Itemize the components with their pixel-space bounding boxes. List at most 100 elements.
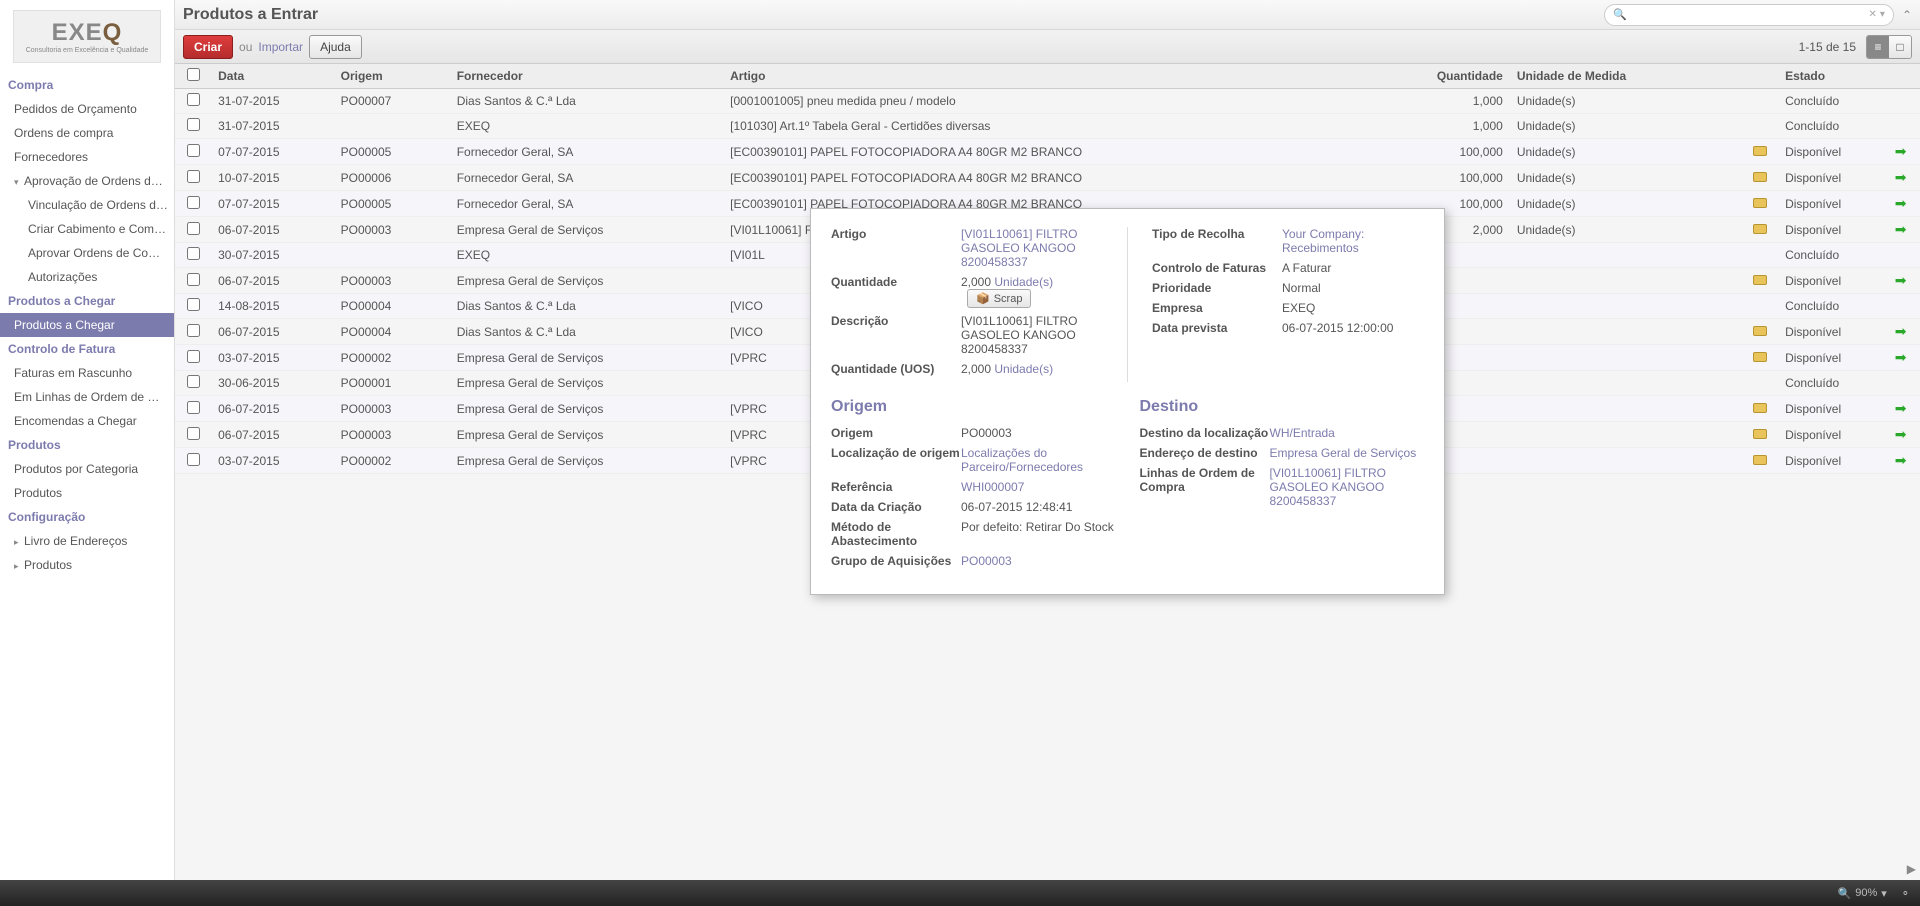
row-checkbox[interactable] (187, 453, 200, 466)
arrow-right-icon[interactable]: ➡ (1895, 221, 1907, 237)
arrow-right-icon[interactable]: ➡ (1895, 323, 1907, 339)
search-box[interactable]: 🔍 ✕ ▾ (1604, 4, 1894, 26)
nav-aprovar[interactable]: Aprovar Ordens de Compra (0, 241, 174, 265)
unit-link[interactable]: Unidade(s) (994, 275, 1053, 289)
row-checkbox[interactable] (187, 298, 200, 311)
nav-ordens[interactable]: Ordens de compra (0, 121, 174, 145)
nav-encomendas[interactable]: Encomendas a Chegar (0, 409, 174, 433)
nav-section-produtos: Produtos (0, 433, 174, 457)
table-row[interactable]: 10-07-2015PO00006Fornecedor Geral, SA[EC… (175, 165, 1920, 191)
arrow-right-icon[interactable]: ➡ (1895, 169, 1907, 185)
nav-linhas-ordem[interactable]: Em Linhas de Ordem de Co... (0, 385, 174, 409)
loc-origem-link[interactable]: Localizações do Parceiro/Fornecedores (961, 446, 1083, 474)
sidebar: EXEQ Consultoria em Excelência e Qualida… (0, 0, 175, 880)
unit-link-uos[interactable]: Unidade(s) (994, 362, 1053, 376)
package-icon (1753, 352, 1767, 362)
row-checkbox[interactable] (187, 350, 200, 363)
th-supplier[interactable]: Fornecedor (450, 64, 723, 89)
package-icon (1753, 146, 1767, 156)
scrap-button[interactable]: 📦Scrap (967, 289, 1031, 308)
th-article[interactable]: Artigo (723, 64, 1355, 89)
arrow-right-icon[interactable]: ➡ (1895, 426, 1907, 442)
val-tipo[interactable]: Your Company: Recebimentos (1282, 227, 1364, 255)
table-header-row: Data Origem Fornecedor Artigo Quantidade… (175, 64, 1920, 89)
row-checkbox[interactable] (187, 170, 200, 183)
view-form-button[interactable]: □ (1889, 36, 1911, 58)
row-checkbox[interactable] (187, 427, 200, 440)
package-icon (1753, 198, 1767, 208)
nav-autorizacoes[interactable]: Autorizações (0, 265, 174, 289)
detail-popup: Artigo[VI01L10061] FILTRO GASOLEO KANGOO… (810, 208, 1445, 595)
grp-link[interactable]: PO00003 (961, 554, 1012, 568)
arrow-right-icon[interactable]: ➡ (1895, 452, 1907, 468)
table-row[interactable]: 31-07-2015PO00007Dias Santos & C.ª Lda[0… (175, 89, 1920, 114)
nav-conf-prod[interactable]: ▸Produtos (0, 553, 174, 577)
help-button[interactable]: Ajuda (309, 35, 362, 59)
arrow-right-icon[interactable]: ➡ (1895, 400, 1907, 416)
package-icon (1753, 455, 1767, 465)
search-clear-icon[interactable]: ✕ (1869, 9, 1877, 20)
nav-livro[interactable]: ▸Livro de Endereços (0, 529, 174, 553)
th-uom[interactable]: Unidade de Medida (1510, 64, 1742, 89)
th-state[interactable]: Estado (1778, 64, 1881, 89)
nav-produtos-chegar[interactable]: Produtos a Chegar (0, 313, 174, 337)
arrow-right-icon[interactable]: ➡ (1895, 143, 1907, 159)
row-checkbox[interactable] (187, 324, 200, 337)
table-row[interactable]: 31-07-2015EXEQ[101030] Art.1º Tabela Ger… (175, 114, 1920, 139)
select-all-checkbox[interactable] (187, 68, 200, 81)
search-dropdown-icon[interactable]: ▾ (1880, 9, 1885, 20)
import-link[interactable]: Importar (258, 40, 303, 54)
dropdown-icon: ▾ (1881, 887, 1887, 900)
pager: 1-15 de 15 (1799, 40, 1856, 54)
scroll-right-icon[interactable]: ▶ (1907, 862, 1916, 876)
lbl-tipo: Tipo de Recolha (1152, 227, 1282, 241)
nav-prod-cat[interactable]: Produtos por Categoria (0, 457, 174, 481)
val-artigo[interactable]: [VI01L10061] FILTRO GASOLEO KANGOO 82004… (961, 227, 1078, 269)
row-checkbox[interactable] (187, 93, 200, 106)
dest-end-link[interactable]: Empresa Geral de Serviços (1270, 446, 1417, 460)
lbl-qty: Quantidade (831, 275, 961, 289)
th-origin[interactable]: Origem (334, 64, 450, 89)
th-date[interactable]: Data (211, 64, 334, 89)
val-desc: [VI01L10061] FILTRO GASOLEO KANGOO 82004… (961, 314, 1103, 356)
row-checkbox[interactable] (187, 273, 200, 286)
row-checkbox[interactable] (187, 196, 200, 209)
nav-cabimento[interactable]: Criar Cabimento e Compr... (0, 217, 174, 241)
lbl-data: Data prevista (1152, 321, 1282, 335)
zoom-indicator[interactable]: 🔍90%▾ (1838, 887, 1887, 900)
collapse-up-icon[interactable]: ⌃ (1902, 8, 1912, 22)
nav-faturas-rascunho[interactable]: Faturas em Rascunho (0, 361, 174, 385)
val-emp: EXEQ (1282, 301, 1424, 315)
row-checkbox[interactable] (187, 401, 200, 414)
row-checkbox[interactable] (187, 247, 200, 260)
nav-fornecedores[interactable]: Fornecedores (0, 145, 174, 169)
nav-vinculacao[interactable]: Vinculação de Ordens de... (0, 193, 174, 217)
arrow-right-icon[interactable]: ➡ (1895, 272, 1907, 288)
lbl-desc: Descrição (831, 314, 961, 328)
nav-prod[interactable]: Produtos (0, 481, 174, 505)
row-checkbox[interactable] (187, 375, 200, 388)
dest-loc-link[interactable]: WH/Entrada (1270, 426, 1335, 440)
ref-link[interactable]: WHI000007 (961, 480, 1024, 494)
status-dot[interactable]: ⚬ (1901, 887, 1910, 900)
dest-linha-link[interactable]: [VI01L10061] FILTRO GASOLEO KANGOO 82004… (1270, 466, 1387, 508)
table-row[interactable]: 07-07-2015PO00005Fornecedor Geral, SA[EC… (175, 139, 1920, 165)
package-icon (1753, 403, 1767, 413)
search-input[interactable] (1631, 9, 1866, 21)
view-list-button[interactable]: ≡ (1867, 36, 1889, 58)
nav-section-conf: Configuração (0, 505, 174, 529)
package-icon (1753, 224, 1767, 234)
main: Produtos a Entrar 🔍 ✕ ▾ ⌃ Criar ou Impor… (175, 0, 1920, 880)
nav-pedidos[interactable]: Pedidos de Orçamento (0, 97, 174, 121)
th-qty[interactable]: Quantidade (1355, 64, 1510, 89)
nav-aprovacao[interactable]: ▾Aprovação de Ordens de Co... (0, 169, 174, 193)
view-toggle: ≡ □ (1866, 35, 1912, 59)
row-checkbox[interactable] (187, 144, 200, 157)
create-button[interactable]: Criar (183, 35, 233, 59)
row-checkbox[interactable] (187, 222, 200, 235)
arrow-right-icon[interactable]: ➡ (1895, 349, 1907, 365)
zoom-icon: 🔍 (1838, 887, 1852, 900)
nav-section-chegar: Produtos a Chegar (0, 289, 174, 313)
arrow-right-icon[interactable]: ➡ (1895, 195, 1907, 211)
row-checkbox[interactable] (187, 118, 200, 131)
